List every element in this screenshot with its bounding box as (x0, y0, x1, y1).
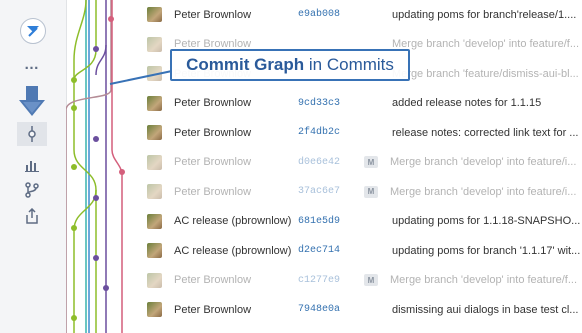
commit-hash[interactable]: 681e5d9 (298, 216, 362, 227)
commit-message: updating poms for branch '1.1.17' wit... (392, 244, 581, 257)
callout-bold-text: Commit Graph (186, 55, 305, 74)
commit-node (119, 169, 125, 175)
avatar (147, 184, 162, 200)
commit-node (71, 315, 77, 321)
commit-node (71, 225, 77, 231)
stats-icon[interactable] (17, 153, 47, 177)
commit-graph-callout: Commit Graph in Commits (170, 49, 410, 81)
commit-author: Peter Brownlow (174, 185, 252, 198)
commit-author: Peter Brownlow (174, 8, 252, 21)
merge-badge: M (364, 156, 378, 169)
branches-icon[interactable] (17, 178, 47, 202)
share-icon[interactable] (17, 204, 47, 228)
sourcetree-logo-icon[interactable] (20, 18, 46, 44)
commit-author: Peter Brownlow (174, 303, 252, 316)
graph-icon[interactable] (17, 122, 47, 146)
commit-row[interactable]: AC release (pbrownlow) d2ec714 updating po… (140, 236, 582, 266)
commit-message: dismissing aui dialogs in base test cl..… (392, 303, 579, 316)
commit-row[interactable]: Peter Brownlow e9ab008 updating poms for b… (140, 0, 582, 30)
commit-row[interactable]: Peter Brownlow d0e6e42 M Merge branch 'deve… (140, 148, 582, 178)
commit-hash[interactable]: 2f4db2c (298, 127, 362, 138)
commit-author: Peter Brownlow (174, 97, 252, 110)
commit-message: added release notes for 1.1.15 (392, 97, 542, 110)
commit-row[interactable]: Peter Brownlow c1277e9 M Merge branch 'deve… (140, 266, 582, 296)
sidebar: … (0, 0, 67, 333)
commit-message: Merge branch 'develop' into feature/i... (390, 156, 577, 169)
commit-hash[interactable]: 7948e0a (298, 304, 362, 315)
commit-node (71, 164, 77, 170)
commit-node (93, 46, 99, 52)
commit-node (93, 195, 99, 201)
commit-node (103, 285, 109, 291)
merge-badge: M (364, 185, 378, 198)
avatar (147, 66, 162, 82)
commit-author: AC release (pbrownlow) (174, 215, 292, 228)
commit-message: Merge branch 'develop' into feature/f... (390, 274, 578, 287)
more-icon[interactable]: … (17, 52, 47, 76)
callout-text: in Commits (304, 55, 394, 74)
commit-hash[interactable]: 37ac6e7 (298, 186, 362, 197)
commit-hash[interactable]: c1277e9 (298, 275, 362, 286)
commit-row[interactable]: Peter Brownlow 7948e0a dismissing aui dial… (140, 295, 582, 325)
commit-node (93, 136, 99, 142)
avatar (147, 243, 162, 259)
commit-hash[interactable]: d0e6e42 (298, 157, 362, 168)
commit-row[interactable]: AC release (pbrownlow) 681e5d9 updating po… (140, 207, 582, 237)
avatar (147, 302, 162, 318)
commit-author: Peter Brownlow (174, 274, 252, 287)
commit-message: updating poms for 1.1.18-SNAPSHO... (392, 215, 581, 228)
commit-message: release notes: corrected link text for .… (392, 126, 579, 139)
commit-author: AC release (pbrownlow) (174, 244, 292, 257)
avatar (147, 36, 162, 52)
commit-author: Peter Brownlow (174, 126, 252, 139)
commit-message: Merge branch 'feature/dismiss-aui-bl... (392, 67, 579, 80)
commit-message: Merge branch 'develop' into feature/i... (390, 185, 577, 198)
commit-hash[interactable]: d2ec714 (298, 245, 362, 256)
commit-message: updating poms for branch'release/1.... (392, 8, 577, 21)
commit-node (93, 255, 99, 261)
commit-hash[interactable]: 9cd33c3 (298, 98, 362, 109)
commit-message: Merge branch 'develop' into feature/f... (392, 38, 580, 51)
commit-graph (66, 0, 125, 333)
commits-icon[interactable] (17, 86, 47, 126)
commit-row[interactable]: Peter Brownlow 2f4db2c release notes: corr… (140, 118, 582, 148)
avatar (147, 154, 162, 170)
merge-badge: M (364, 274, 378, 287)
commit-node (71, 77, 77, 83)
avatar (147, 7, 162, 23)
commit-node (108, 16, 114, 22)
commit-node (71, 105, 77, 111)
avatar (147, 125, 162, 141)
avatar (147, 95, 162, 111)
commit-row[interactable]: Peter Brownlow 9cd33c3 added release notes… (140, 89, 582, 119)
commit-row[interactable]: Peter Brownlow 37ac6e7 M Merge branch 'deve… (140, 177, 582, 207)
avatar (147, 272, 162, 288)
avatar (147, 213, 162, 229)
commit-hash[interactable]: e9ab008 (298, 9, 362, 20)
commit-author: Peter Brownlow (174, 156, 252, 169)
